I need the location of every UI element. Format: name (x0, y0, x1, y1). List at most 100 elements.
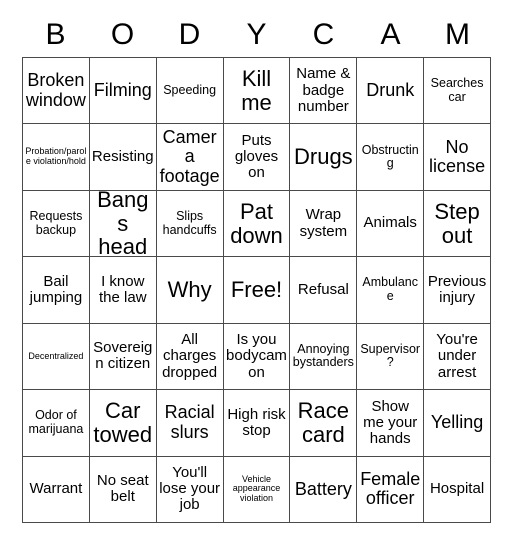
bingo-cell[interactable]: Odor of marijuana (23, 390, 90, 457)
bingo-cell[interactable]: Free! (223, 257, 291, 324)
bingo-header-letter: C (312, 18, 335, 51)
bingo-cell[interactable]: Probation/parole violation/hold (23, 124, 90, 191)
bingo-cell-label: Resisting (91, 148, 154, 166)
bingo-cell-label: Vehicle appearance violation (232, 473, 281, 504)
bingo-cell[interactable]: Decentralized (23, 323, 90, 391)
bingo-cell[interactable]: Ambulance (357, 257, 425, 324)
bingo-cell-label: Probation/parole violation/hold (25, 146, 87, 167)
bingo-cell[interactable]: Racial slurs (156, 390, 224, 457)
bingo-cell[interactable]: Searches car (424, 58, 491, 125)
bingo-cell[interactable]: Show me your hands (357, 390, 425, 457)
bingo-cell[interactable]: Requests backup (23, 190, 90, 258)
bingo-cell[interactable]: All charges dropped (156, 323, 224, 391)
bingo-cell[interactable]: Obstructing (357, 124, 425, 191)
bingo-cell[interactable]: Filming (89, 58, 157, 125)
bingo-header-letter: M (445, 18, 470, 51)
bingo-cell[interactable]: Hospital (424, 456, 491, 523)
bingo-cell[interactable]: No license (424, 124, 491, 191)
bingo-cell-label: Pat down (230, 198, 283, 248)
bingo-cell-label: Hospital (429, 480, 485, 498)
bingo-cell[interactable]: Puts gloves on (223, 124, 291, 191)
bingo-cell-label: Speeding (163, 82, 217, 97)
bingo-grid: Broken window Filming Speeding Kill me Name … (22, 57, 491, 523)
bingo-cell[interactable]: Vehicle appearance violation (223, 456, 291, 523)
bingo-cell-label: Animals (363, 214, 417, 232)
bingo-cell[interactable]: Battery (290, 456, 358, 523)
bingo-cell[interactable]: Warrant (23, 456, 90, 523)
bingo-header-letter: Y (246, 18, 267, 51)
bingo-cell[interactable]: Car towed (89, 390, 157, 457)
bingo-cell[interactable]: Drunk (357, 58, 425, 125)
bingo-cell[interactable]: Kill me (223, 58, 291, 125)
bingo-cell[interactable]: Name & badge number (290, 58, 358, 125)
bingo-cell-label: Slips handcuffs (162, 209, 217, 237)
bingo-cell[interactable]: Animals (357, 190, 425, 258)
bingo-cell[interactable]: Race card (290, 390, 358, 457)
bingo-cell-label: All charges dropped (162, 331, 218, 381)
bingo-cell-label: Sovereign citizen (93, 339, 153, 373)
bingo-cell[interactable]: Step out (424, 190, 491, 258)
bingo-card: B O D Y C A M Broken window Filming Speeding Kill… (0, 0, 511, 544)
bingo-cell-label: Is you bodycam on (226, 331, 287, 381)
bingo-cell[interactable]: Bail jumping (23, 257, 90, 324)
bingo-cell[interactable]: Pat down (223, 190, 291, 258)
bingo-cell-label: Racial slurs (164, 402, 215, 442)
bingo-cell[interactable]: Supervisor? (357, 323, 425, 391)
bingo-cell-label: Kill me (241, 65, 272, 115)
bingo-header-letter: B (45, 18, 66, 51)
bingo-cell-label: Free! (230, 277, 283, 303)
bingo-cell-label: Previous injury (427, 272, 487, 306)
bingo-cell-label: Female officer (360, 468, 421, 509)
bingo-cell-label: Searches car (430, 76, 484, 104)
bingo-cell-label: Yelling (430, 412, 484, 433)
bingo-cell[interactable]: You'll lose your job (156, 456, 224, 523)
bingo-cell[interactable]: Is you bodycam on (223, 323, 291, 391)
bingo-cell-label: No seat belt (96, 472, 149, 506)
bingo-cell-label: Filming (93, 79, 152, 100)
bingo-cell-label: Wrap system (299, 206, 348, 240)
bingo-cell-label: Supervisor? (360, 341, 421, 370)
bingo-cell-label: Puts gloves on (234, 131, 279, 182)
bingo-cell-label: Obstructing (361, 142, 419, 171)
bingo-cell[interactable]: You're under arrest (424, 323, 491, 391)
bingo-cell[interactable]: Camera footage (156, 124, 224, 191)
bingo-cell-label: Car towed (93, 398, 153, 447)
bingo-cell[interactable]: Sovereign citizen (89, 323, 157, 391)
bingo-header-letter: D (178, 18, 201, 51)
bingo-cell[interactable]: Yelling (424, 390, 491, 457)
bingo-cell[interactable]: Slips handcuffs (156, 190, 224, 258)
bingo-cell-label: I know the law (99, 272, 147, 306)
bingo-cell-label: Name & badge number (296, 65, 351, 115)
bingo-cell[interactable]: Refusal (290, 257, 358, 324)
bingo-cell-label: Show me your hands (363, 397, 418, 447)
bingo-cell-label: Battery (294, 478, 352, 499)
bingo-cell[interactable]: High risk stop (223, 390, 291, 457)
bingo-cell[interactable]: Annoying bystanders (290, 323, 358, 391)
bingo-cell-label: Why (167, 277, 212, 303)
bingo-cell-label: Broken window (25, 70, 86, 110)
bingo-cell-label: Bail jumping (29, 272, 83, 306)
bingo-cell[interactable]: No seat belt (89, 456, 157, 523)
bingo-cell[interactable]: Female officer (357, 456, 425, 523)
bingo-cell-label: You're under arrest (436, 331, 478, 381)
bingo-cell-label: Drunk (366, 79, 415, 100)
bingo-header-letter: A (380, 18, 401, 51)
bingo-header-letter: O (110, 18, 135, 51)
bingo-cell[interactable]: Bangs head (89, 190, 157, 258)
bingo-cell[interactable]: I know the law (89, 257, 157, 324)
bingo-header: BODYCAM (22, 14, 491, 56)
bingo-cell-label: Requests backup (29, 209, 83, 237)
bingo-cell[interactable]: Why (156, 257, 224, 324)
bingo-cell-label: You'll lose your job (159, 464, 221, 514)
bingo-cell[interactable]: Speeding (156, 58, 224, 125)
bingo-cell[interactable]: Drugs (290, 124, 358, 191)
bingo-cell-label: No license (429, 136, 486, 177)
bingo-cell-label: Odor of marijuana (28, 408, 84, 436)
bingo-cell[interactable]: Previous injury (424, 257, 491, 324)
bingo-cell-label: Race card (297, 398, 350, 447)
bingo-cell-label: Refusal (297, 280, 349, 298)
bingo-cell-label: Camera footage (159, 126, 220, 186)
bingo-cell[interactable]: Broken window (23, 58, 90, 125)
bingo-cell[interactable]: Resisting (89, 124, 157, 191)
bingo-cell[interactable]: Wrap system (290, 190, 358, 258)
